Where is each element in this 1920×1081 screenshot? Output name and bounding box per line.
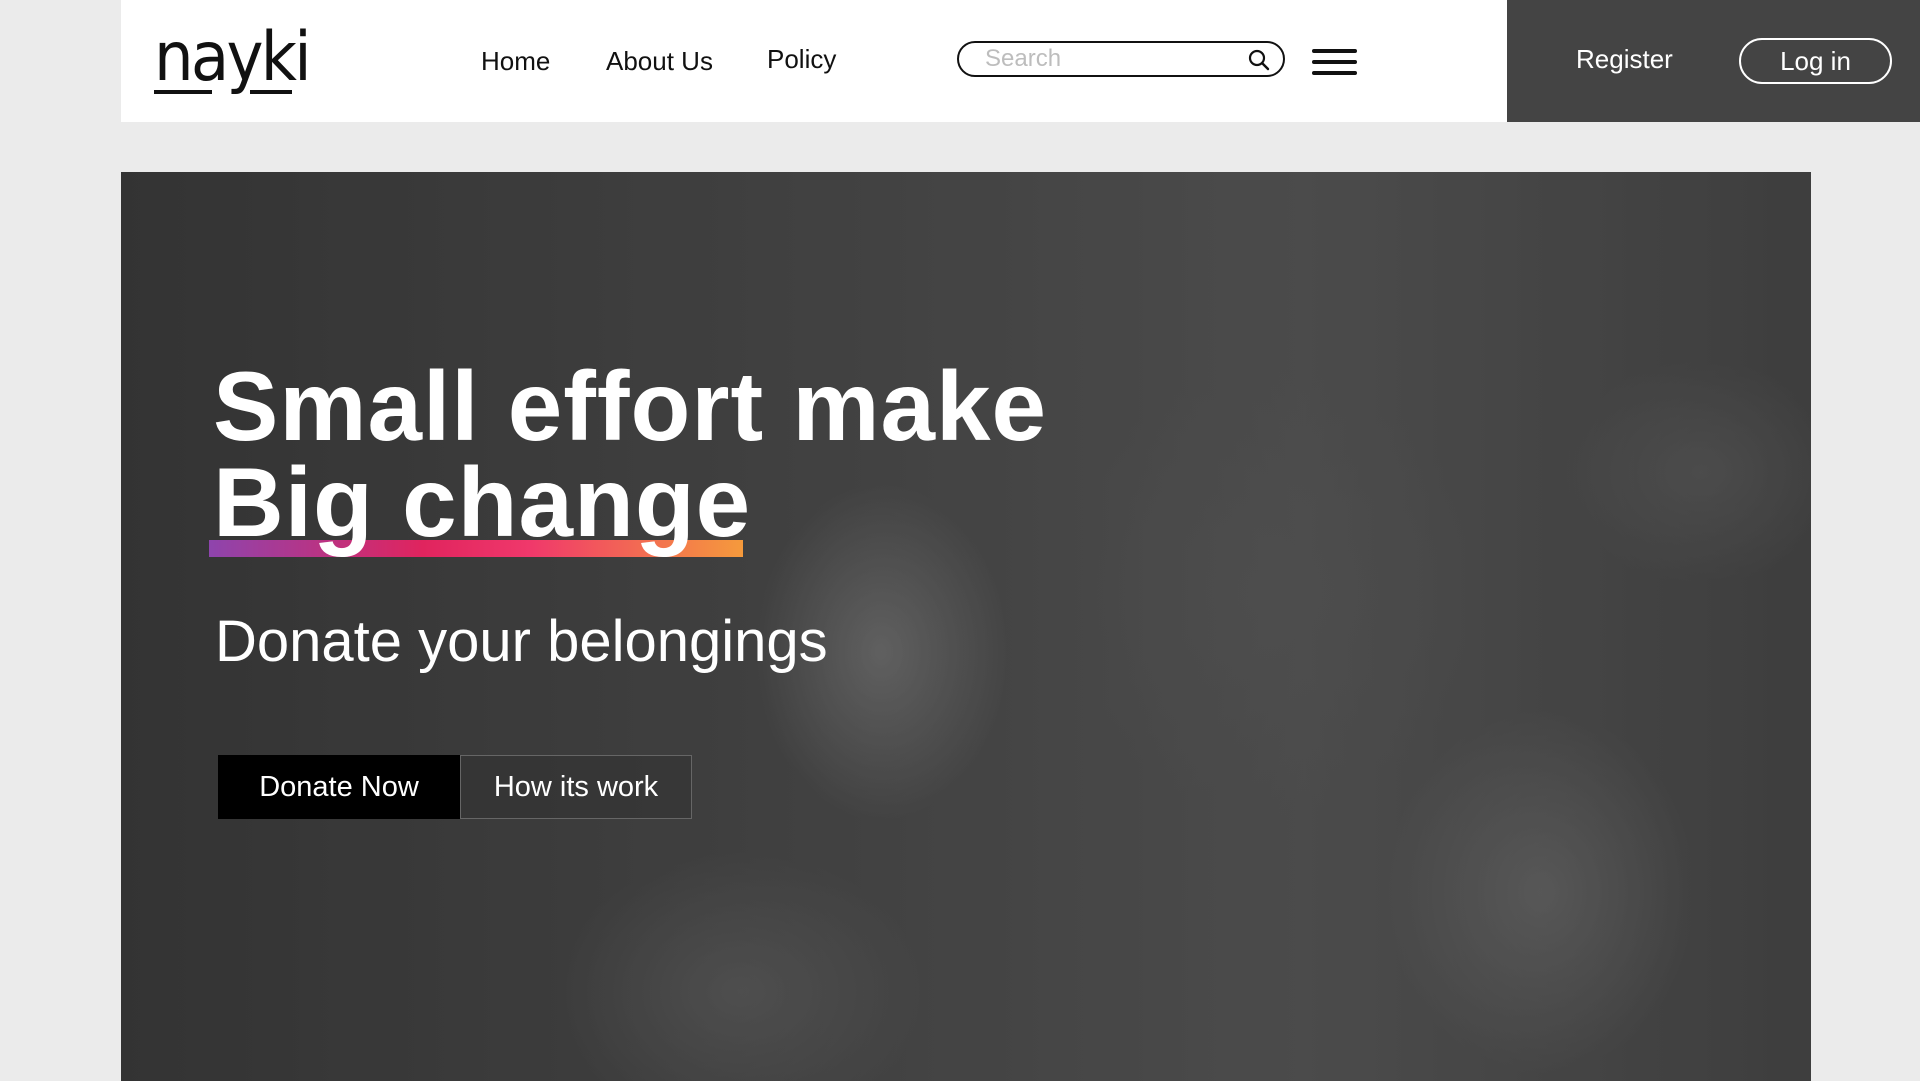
auth-panel: Register Log in bbox=[1507, 0, 1920, 122]
hamburger-menu-icon[interactable] bbox=[1312, 49, 1357, 75]
search-icon[interactable] bbox=[1247, 48, 1271, 72]
logo[interactable]: nayki bbox=[154, 18, 312, 98]
login-button[interactable]: Log in bbox=[1739, 38, 1892, 84]
how-it-works-button[interactable]: How its work bbox=[460, 755, 692, 819]
donate-now-button[interactable]: Donate Now bbox=[218, 755, 460, 819]
search-box bbox=[957, 41, 1285, 77]
nav-home[interactable]: Home bbox=[481, 46, 550, 77]
hero-title-line-2: Big change bbox=[213, 447, 752, 557]
cta-group: Donate Now How its work bbox=[218, 755, 692, 819]
hero-subtitle: Donate your belongings bbox=[215, 609, 828, 674]
hero-title-line-1: Small effort make bbox=[213, 351, 1047, 461]
nav-policy[interactable]: Policy bbox=[767, 44, 836, 75]
site-header: nayki Home About Us Policy Register Log … bbox=[121, 0, 1920, 122]
search-input[interactable] bbox=[983, 44, 1227, 74]
logo-underline bbox=[154, 90, 292, 94]
nav-about-us[interactable]: About Us bbox=[606, 46, 713, 77]
register-link[interactable]: Register bbox=[1576, 44, 1673, 75]
hero-title: Small effort make Big change bbox=[213, 351, 1047, 557]
hero-banner: Small effort make Big change Donate your… bbox=[121, 172, 1811, 1081]
